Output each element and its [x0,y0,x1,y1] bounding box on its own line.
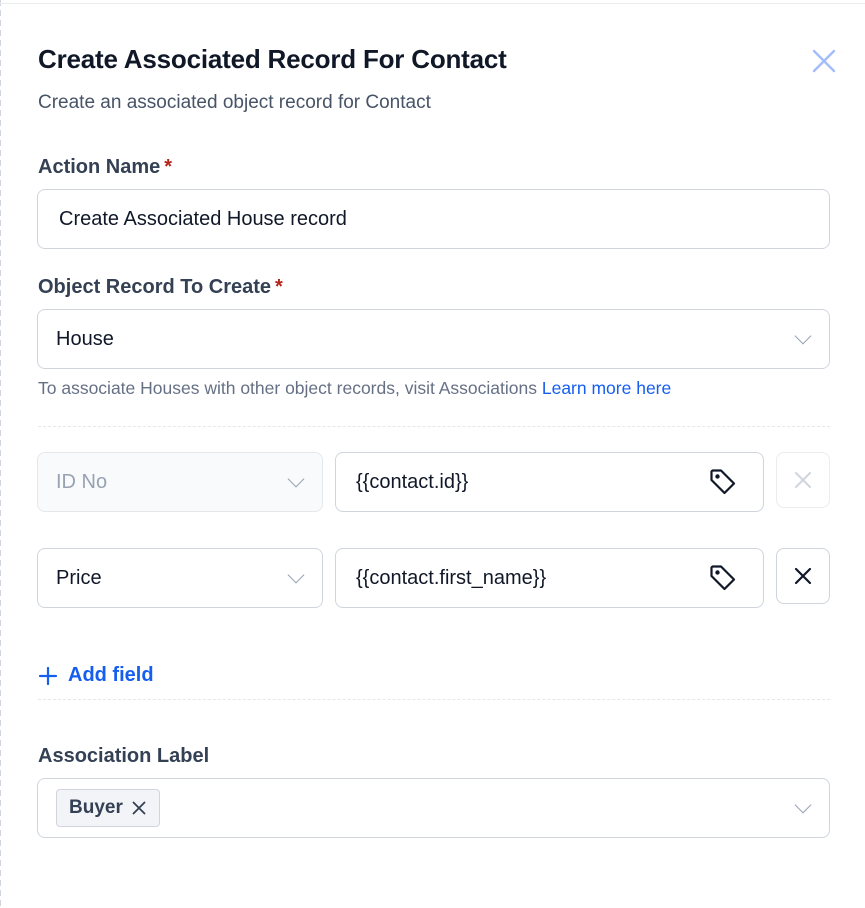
field-value-text: {{contact.id}} [356,470,469,493]
object-record-value: House [56,327,114,350]
association-label: Association Label [38,745,210,767]
chevron-down-icon [287,566,305,584]
field-select[interactable]: Price [37,548,323,608]
hint-text: To associate Houses with other object re… [38,378,537,398]
add-field-label: Add field [68,664,154,686]
top-border [0,0,865,4]
action-name-value: Create Associated House record [59,207,347,230]
chip-label: Buyer [69,797,123,818]
field-select-value: Price [56,566,102,589]
associations-hint: To associate Houses with other object re… [38,378,671,399]
divider [38,426,830,427]
field-value-text: {{contact.first_name}} [356,566,547,589]
field-value-input[interactable]: {{contact.first_name}} [335,548,764,608]
remove-field-button[interactable] [776,548,830,604]
left-border [0,0,1,908]
close-icon [795,472,811,488]
remove-field-button-disabled[interactable] [776,452,830,508]
chevron-down-icon [287,470,305,488]
close-button[interactable] [808,45,840,77]
association-chip: Buyer [56,789,160,827]
plus-icon [38,666,58,685]
panel-title: Create Associated Record For Contact [38,44,507,74]
action-name-label-text: Action Name [38,156,161,178]
required-mark: * [164,156,173,178]
tag-icon[interactable] [707,562,739,594]
required-mark: * [275,276,283,298]
object-record-label-text: Object Record To Create [38,276,272,298]
chevron-down-icon [794,327,812,345]
field-select-disabled[interactable]: ID No [37,452,323,512]
association-label-select[interactable]: Buyer [37,778,830,838]
tag-icon[interactable] [707,466,739,498]
chevron-down-icon [794,796,812,814]
add-field-button[interactable]: Add field [38,664,154,687]
remove-chip-icon[interactable] [131,800,147,816]
close-icon [812,49,836,73]
object-record-select[interactable]: House [37,309,830,369]
learn-more-link[interactable]: Learn more here [542,378,671,398]
close-icon [794,567,812,585]
action-name-label: Action Name * [38,156,172,179]
field-select-value: ID No [56,470,108,493]
action-name-input[interactable]: Create Associated House record [37,189,830,249]
object-record-label: Object Record To Create * [38,276,283,299]
field-value-input[interactable]: {{contact.id}} [335,452,764,512]
divider [38,699,830,700]
panel-subtitle: Create an associated object record for C… [38,92,431,113]
